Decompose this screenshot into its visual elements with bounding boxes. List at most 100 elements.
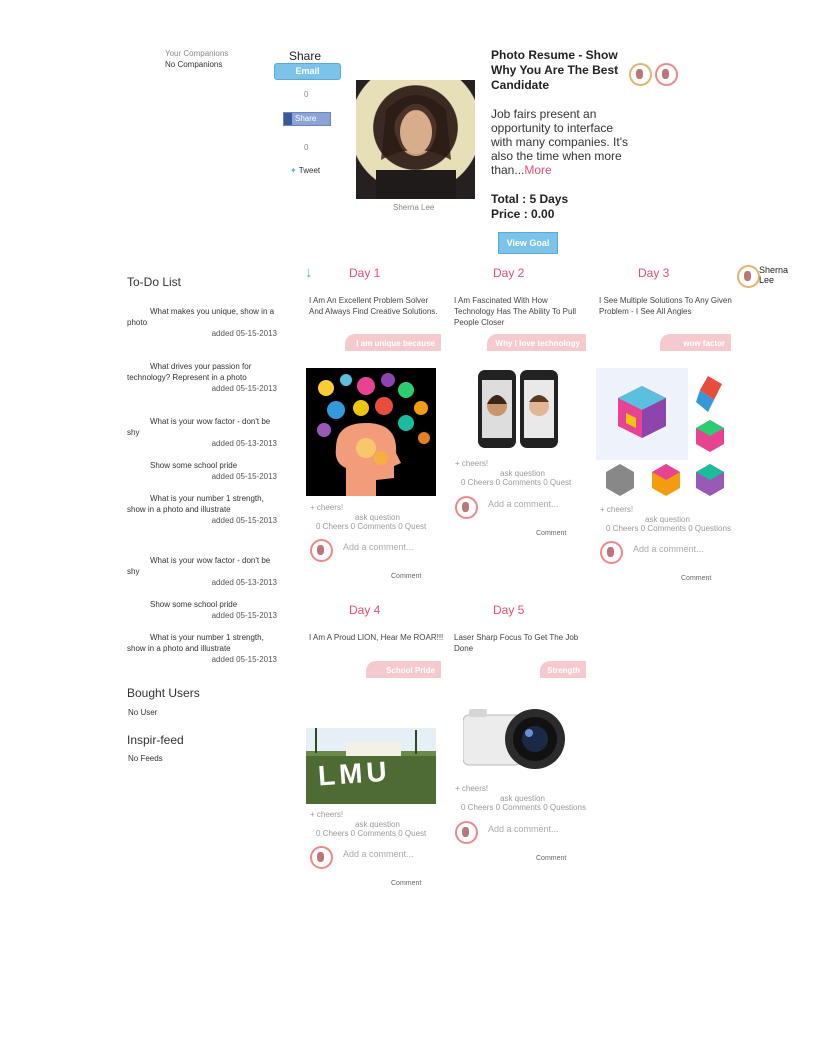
cubes-illustration xyxy=(596,368,724,496)
comment-input[interactable]: Add a comment... xyxy=(343,542,433,562)
todo-item[interactable]: What is your wow factor - don't be shy ad… xyxy=(127,555,277,588)
day-tag[interactable]: Strength xyxy=(540,661,586,678)
camera-illustration xyxy=(462,709,565,769)
cheers-link[interactable]: + cheers! xyxy=(455,459,488,469)
comment-input[interactable]: Add a comment... xyxy=(488,499,578,519)
more-link[interactable]: More xyxy=(524,163,551,177)
day-description: I Am An Excellent Problem Solver And Alw… xyxy=(309,296,438,316)
comment-button[interactable]: Comment xyxy=(391,880,421,887)
comment-input[interactable]: Add a comment... xyxy=(633,544,723,564)
todo-item[interactable]: Show some school pride added 05-15-2013 xyxy=(127,599,277,621)
tweet-label: Tweet xyxy=(298,166,321,175)
view-goal-button[interactable]: View Goal xyxy=(498,232,558,254)
user-avatar[interactable] xyxy=(737,265,760,288)
commenter-avatar xyxy=(455,496,478,519)
todo-item[interactable]: What is your wow factor - don't be shy ad… xyxy=(127,416,277,449)
goal-title: Photo Resume - Show Why You Are The Best… xyxy=(491,48,619,92)
facebook-share-label: Share xyxy=(295,114,317,123)
todo-question: What is your wow factor - don't be shy xyxy=(127,417,271,437)
todo-date: added 05-15-2013 xyxy=(211,516,277,525)
share-title: Share xyxy=(289,49,322,63)
twitter-icon: ✦ xyxy=(290,166,297,175)
todo-item[interactable]: What makes you unique, show in a photo ad… xyxy=(127,306,277,339)
comment-button[interactable]: Comment xyxy=(536,855,566,862)
day-photo[interactable] xyxy=(306,368,436,496)
day-photo[interactable] xyxy=(462,705,571,770)
todo-question: What is your wow factor - don't be shy xyxy=(127,556,271,576)
tweet-button[interactable]: ✦ Tweet xyxy=(290,166,320,175)
day-title: Day 2 xyxy=(493,266,525,280)
profile-photo xyxy=(356,80,475,199)
day-tag[interactable]: Why I love technology xyxy=(487,334,586,351)
day-tag[interactable]: School Pride xyxy=(366,661,441,678)
day-description: Laser Sharp Focus To Get The Job Done xyxy=(454,633,579,653)
commenter-avatar xyxy=(310,539,333,562)
goal-description: Job fairs present an opportunity to inte… xyxy=(491,107,631,177)
day-tag[interactable]: wow factor xyxy=(660,334,731,351)
profile-photo-art xyxy=(376,95,456,199)
bought-users-value: No User xyxy=(128,708,158,717)
comment-button[interactable]: Comment xyxy=(681,575,711,582)
inspir-feed-value: No Feeds xyxy=(128,754,163,763)
companion-avatar-1[interactable] xyxy=(629,63,652,86)
cheers-link[interactable]: + cheers! xyxy=(600,505,633,515)
day-stats: 0 Cheers 0 Comments 0 Quest xyxy=(316,522,427,531)
email-share-count: 0 xyxy=(304,90,309,99)
day-stats: 0 Cheers 0 Comments 0 Quest xyxy=(316,829,427,838)
companion-avatar-2[interactable] xyxy=(655,63,678,86)
day-title: Day 3 xyxy=(638,266,670,280)
day-photo[interactable] xyxy=(468,368,568,453)
day-description: I See Multiple Solutions To Any Given Pr… xyxy=(599,296,732,316)
todo-question: What is your number 1 strength, show in … xyxy=(127,494,264,514)
todo-date: added 05-15-2013 xyxy=(211,611,277,620)
bought-users-title: Bought Users xyxy=(127,686,200,700)
companions-label: Your Companions xyxy=(165,49,229,58)
todo-item[interactable]: Show some school pride added 05-15-2013 xyxy=(127,460,277,482)
cheers-link[interactable]: + cheers! xyxy=(455,784,488,794)
todo-date: added 05-13-2013 xyxy=(211,439,277,448)
day-title: Day 5 xyxy=(493,603,525,617)
day-stats: 0 Cheers 0 Comments 0 Questions xyxy=(606,524,731,533)
down-arrow-icon[interactable]: ↓ xyxy=(305,264,313,281)
todo-date: added 05-15-2013 xyxy=(211,384,277,393)
photo-sign-text: LMU xyxy=(316,755,392,792)
goal-total: Total : 5 Days xyxy=(491,192,569,206)
comment-button[interactable]: Comment xyxy=(536,530,566,537)
goal-desc-text: Job fairs present an opportunity to inte… xyxy=(491,107,629,177)
todo-question: What makes you unique, show in a photo xyxy=(127,307,275,327)
todo-title: To-Do List xyxy=(127,275,182,289)
facebook-share-count: 0 xyxy=(304,143,309,152)
todo-item[interactable]: What is your number 1 strength, show in … xyxy=(127,632,277,665)
comment-input[interactable]: Add a comment... xyxy=(488,824,578,844)
facebook-share-button[interactable]: Share xyxy=(283,112,331,126)
day-description: I Am Fascinated With How Technology Has … xyxy=(454,296,576,327)
head-bubbles-illustration xyxy=(317,373,430,496)
inspir-feed-title: Inspir-feed xyxy=(127,733,184,747)
day-title: Day 4 xyxy=(349,603,381,617)
comment-input[interactable]: Add a comment... xyxy=(343,849,433,869)
user-badge-name[interactable]: Sherna Lee xyxy=(759,265,799,285)
goal-price: Price : 0.00 xyxy=(491,207,555,221)
email-share-button[interactable]: Email xyxy=(274,63,341,80)
todo-date: added 05-15-2013 xyxy=(211,472,277,481)
facebook-icon xyxy=(284,113,292,125)
cheers-link[interactable]: + cheers! xyxy=(310,503,343,513)
phones-illustration xyxy=(478,370,558,448)
day-title: Day 1 xyxy=(349,266,381,280)
cheers-link[interactable]: + cheers! xyxy=(310,810,343,820)
day-stats: 0 Cheers 0 Comments 0 Quest xyxy=(461,478,572,487)
todo-question: Show some school pride xyxy=(150,461,238,470)
profile-name: Sherna Lee xyxy=(393,203,435,212)
todo-item[interactable]: What is your number 1 strength, show in … xyxy=(127,493,277,526)
todo-date: added 05-15-2013 xyxy=(211,655,277,664)
todo-date: added 05-13-2013 xyxy=(211,578,277,587)
day-photo[interactable]: LMU xyxy=(306,728,436,804)
todo-question: What is your number 1 strength, show in … xyxy=(127,633,264,653)
day-tag[interactable]: I am unique because xyxy=(345,334,441,351)
todo-item[interactable]: What drives your passion for technology?… xyxy=(127,361,277,394)
todo-question: Show some school pride xyxy=(150,600,238,609)
comment-button[interactable]: Comment xyxy=(391,573,421,580)
commenter-avatar xyxy=(310,846,333,869)
day-photo[interactable] xyxy=(596,368,731,498)
todo-date: added 05-15-2013 xyxy=(211,329,277,338)
